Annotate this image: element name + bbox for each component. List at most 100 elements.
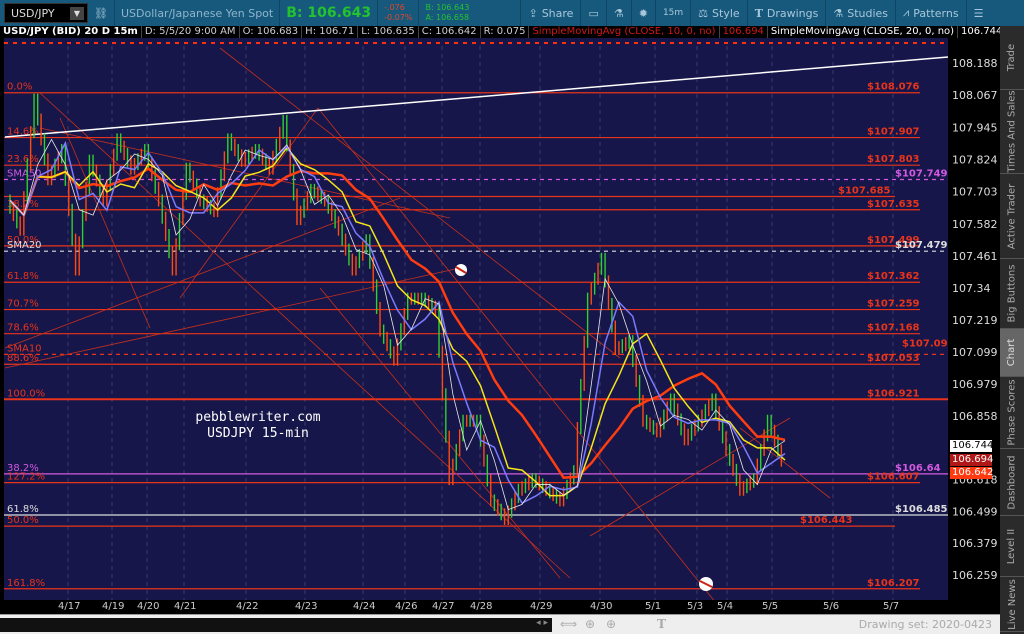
style-icon: ⚖ [698, 6, 709, 20]
side-tab-chart[interactable]: Chart [1000, 329, 1024, 377]
level-left-label: 161.8% [7, 578, 45, 589]
level-price-label: $107.749 [895, 169, 948, 180]
divider [418, 0, 420, 26]
bottom-bar: ◂ ▸ ⟺ ⊕ ⊕ T Drawing set: 2020-0423 [0, 614, 1000, 634]
date-label: 4/17 [58, 601, 81, 612]
patterns-label: Patterns [913, 6, 959, 20]
info-button[interactable]: ▭ [580, 0, 605, 26]
level-price-label: $107.362 [867, 271, 920, 282]
level-left-label: 100.0% [7, 388, 45, 399]
level-price-label: $106.207 [867, 578, 920, 589]
level-price-label: $107.803 [867, 154, 920, 165]
level-left-label: 88.6% [7, 353, 39, 364]
chevron-down-icon[interactable]: ▼ [70, 7, 84, 20]
side-tab-label: Dashboard [1006, 454, 1018, 510]
flask-button[interactable]: ⚗ [605, 0, 631, 26]
settings-button[interactable]: ✹ [630, 0, 655, 26]
side-panel: Trade Times And Sales Active Trader Big But… [1000, 26, 1024, 634]
time-axis[interactable]: 4/17 4/19 4/20 4/21 4/22 4/23 4/24 4/26 4/27 4/28… [0, 600, 1000, 614]
range-value: R: 0.075 [481, 26, 530, 38]
level-left-label: SMA20 [7, 240, 42, 251]
studies-button[interactable]: ⚗ Studies [825, 0, 895, 26]
level-left-label: 50.0% [7, 515, 39, 526]
date-label: 4/29 [530, 601, 553, 612]
crosshair-icon[interactable]: ⊕ [585, 617, 595, 631]
side-tab-trade[interactable]: Trade [1000, 26, 1024, 90]
side-tab-times-and-sales[interactable]: Times And Sales [1000, 90, 1024, 174]
side-tab-level-ii[interactable]: Level II [1000, 516, 1024, 577]
symbol-description: USDollar/Japanese Yen Spot [120, 6, 274, 20]
list-icon: ☰ [973, 6, 984, 20]
style-button[interactable]: ⚖ Style [690, 0, 747, 26]
date-label: 4/27 [432, 601, 455, 612]
date-label: 5/5 [762, 601, 779, 612]
price-tick: 107.703 [952, 186, 998, 199]
side-tab-label: Live News [1006, 578, 1018, 630]
price-tick: 107.34 [952, 282, 991, 295]
pan-icon[interactable]: ⟺ [560, 617, 577, 631]
share-icon: ⇪ [528, 6, 538, 20]
level-price-label: $108.076 [867, 82, 920, 93]
drawing-tool-icon[interactable]: T [657, 617, 666, 631]
level-price-label: $107.685 [838, 185, 891, 196]
price-tick: 107.219 [952, 314, 998, 327]
net-change: -.076 [384, 3, 405, 12]
level-price-label: $106.921 [867, 388, 920, 399]
level-price-label: $107.907 [867, 127, 920, 138]
scroll-arrows-icon[interactable]: ◂ ▸ [536, 618, 548, 628]
side-tab-big-buttons[interactable]: Big Buttons [1000, 259, 1024, 329]
level-price-label: $107.259 [867, 299, 920, 310]
horizontal-scrollbar[interactable]: ◂ ▸ [0, 618, 552, 632]
price-chart[interactable]: 0.0% $108.07614.6% $107.90723.6% $107.803SM… [0, 38, 1000, 600]
price-tick: 106.379 [952, 537, 998, 550]
sma20-value: 106.744 [958, 26, 1000, 38]
flask-icon: ⚗ [833, 6, 844, 20]
close-value: C: 106.642 [419, 26, 481, 38]
level-left-label: 78.6% [7, 323, 39, 334]
date-label: 4/23 [295, 601, 318, 612]
bid-price: B: 106.643 [286, 5, 372, 21]
level-price-label: $107.09 [902, 338, 948, 349]
marker-2[interactable] [699, 577, 713, 591]
gear-icon: ✹ [638, 6, 648, 20]
price-tag: 106.642 [950, 467, 994, 480]
side-tab-dashboard[interactable]: Dashboard [1000, 449, 1024, 516]
side-tab-phase-scores[interactable]: Phase Scores [1000, 377, 1024, 449]
date-label: 4/24 [353, 601, 376, 612]
sma10-value: 106.694 [720, 26, 768, 38]
level-left-label: 70.7% [7, 299, 39, 310]
level-left-label: 127.2% [7, 472, 45, 483]
level-price-label: $107.053 [867, 353, 920, 364]
marker-1[interactable] [455, 264, 467, 276]
level-left-label: 61.8% [7, 504, 39, 515]
chart-title: USD/JPY (BID) 20 D 15m [0, 26, 142, 38]
price-axis[interactable]: 108.188 108.067 107.945 107.824 107.703 107.5… [948, 38, 1000, 600]
patterns-icon: ⩘ [903, 6, 910, 19]
patterns-button[interactable]: ⩘ Patterns [895, 0, 966, 26]
flask-icon: ⚗ [613, 6, 624, 20]
date-label: 4/19 [102, 601, 125, 612]
symbol-selector[interactable]: USD/JPY ▼ [4, 3, 88, 23]
date-label: 5/1 [645, 601, 662, 612]
price-tick: 106.858 [952, 410, 998, 423]
link-icon[interactable]: ⛓ [94, 7, 108, 20]
side-tab-live-news[interactable]: Live News [1000, 577, 1024, 632]
price-tick: 106.979 [952, 378, 998, 391]
sma20-label[interactable]: SimpleMovingAvg (CLOSE, 20, 0, no) [768, 26, 959, 38]
level-left-label: 23.6% [7, 154, 39, 165]
zoom-icon[interactable]: ⊕ [606, 617, 616, 631]
price-tick: 107.582 [952, 218, 998, 231]
share-button[interactable]: ⇪ Share [520, 0, 580, 26]
timeframe-button[interactable]: 15m [654, 0, 690, 26]
price-tick: 107.945 [952, 121, 998, 134]
menu-button[interactable]: ☰ [965, 0, 991, 26]
sma10-label[interactable]: SimpleMovingAvg (CLOSE, 10, 0, no) [529, 26, 720, 38]
date-label: 4/22 [236, 601, 259, 612]
date-label: 5/4 [717, 601, 734, 612]
side-tab-active-trader[interactable]: Active Trader [1000, 174, 1024, 259]
date-label: 5/7 [883, 601, 900, 612]
ask-small: A: 106.658 [425, 13, 470, 22]
side-tab-label: Trade [1006, 43, 1018, 72]
drawings-button[interactable]: T Drawings [746, 0, 826, 26]
drawing-set[interactable]: Drawing set: 2020-0423 [859, 618, 992, 631]
